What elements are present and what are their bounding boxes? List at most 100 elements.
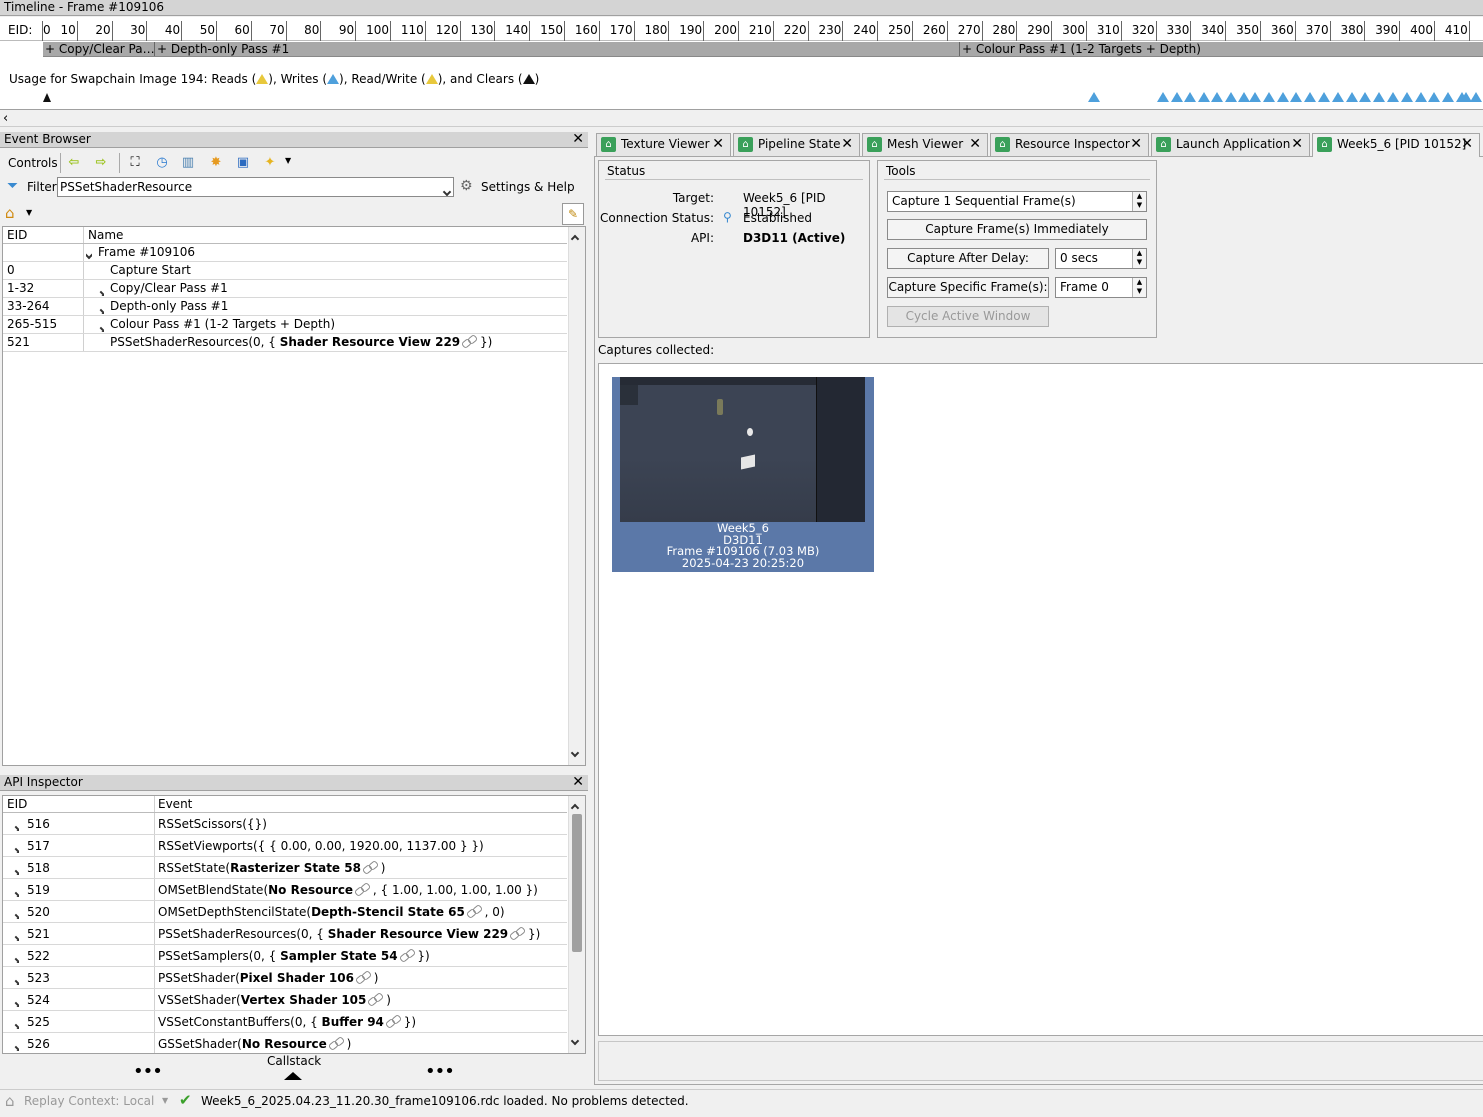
api-row[interactable]: 517 RSSetViewports({ { 0.00, 0.00, 1920.0… <box>3 835 567 857</box>
link-icon[interactable] <box>462 336 476 346</box>
api-scroll-up-icon[interactable] <box>570 800 580 814</box>
link-icon[interactable] <box>355 884 369 894</box>
timing-bars-icon[interactable]: ▥ <box>180 155 196 171</box>
spinner-arrows-icon[interactable]: ▲ ▼ <box>1132 192 1146 211</box>
api-inspector-close-icon[interactable]: ✕ <box>572 775 584 790</box>
tab-close-icon[interactable]: ✕ <box>1291 134 1303 155</box>
callstack-label[interactable]: Callstack <box>267 1054 321 1068</box>
write-usage-triangle-icon[interactable] <box>1387 92 1399 102</box>
event-browser-close-icon[interactable]: ✕ <box>572 132 584 147</box>
write-usage-triangle-icon[interactable] <box>1249 92 1261 102</box>
col-name-header[interactable]: Name <box>88 228 123 242</box>
filter-dropdown-icon[interactable] <box>442 182 452 196</box>
captures-list[interactable]: Week5_6 D3D11 Frame #109106 (7.03 MB) 20… <box>598 363 1483 1036</box>
resource-link[interactable]: Rasterizer State 58 <box>230 861 361 875</box>
row-expand-icon[interactable] <box>13 931 19 941</box>
resource-link[interactable]: Shader Resource View 229 <box>280 335 460 349</box>
link-icon[interactable] <box>386 1016 400 1026</box>
extensions-icon[interactable]: ✦ <box>262 155 278 171</box>
write-usage-triangle-icon[interactable] <box>1276 92 1289 102</box>
row-expand-icon[interactable] <box>13 843 19 853</box>
api-row[interactable]: 520 OMSetDepthStencilState(Depth-Stencil … <box>3 901 567 923</box>
forward-arrow-icon[interactable]: ⇨ <box>93 155 109 171</box>
write-usage-triangle-icon[interactable] <box>1290 92 1303 102</box>
api-row[interactable]: 525 VSSetConstantBuffers(0, { Buffer 94 }… <box>3 1011 567 1033</box>
scroll-down-icon[interactable] <box>570 745 580 759</box>
callstack-expand-icon[interactable] <box>284 1072 302 1080</box>
frame-stepper[interactable]: Frame 0 ▲ ▼ <box>1055 277 1147 298</box>
write-usage-triangle-icon[interactable] <box>1211 92 1223 102</box>
bookmark-icon[interactable]: ✸ <box>208 155 224 171</box>
write-usage-triangle-icon[interactable] <box>1170 92 1183 102</box>
link-icon[interactable] <box>363 862 377 872</box>
filter-input[interactable]: PSSetShaderResource <box>57 177 454 197</box>
resource-link[interactable]: Sampler State 54 <box>280 949 397 963</box>
link-icon[interactable] <box>400 950 414 960</box>
api-scroll-down-icon[interactable] <box>570 1033 580 1047</box>
link-icon[interactable] <box>510 928 524 938</box>
write-usage-triangle-icon[interactable] <box>1414 92 1427 102</box>
col-eid-header[interactable]: EID <box>7 228 27 242</box>
back-arrow-icon[interactable]: ⇦ <box>66 155 82 171</box>
event-row-depth-only[interactable]: 33-264 Depth-only Pass #1 <box>3 298 567 316</box>
api-table-scrollbar[interactable] <box>568 796 585 1053</box>
write-usage-triangle-icon[interactable] <box>1359 92 1372 102</box>
write-usage-triangle-icon[interactable] <box>1088 92 1100 102</box>
edit-note-icon[interactable]: ✎ <box>562 203 584 225</box>
row-expand-icon[interactable] <box>13 821 19 831</box>
event-tree-scrollbar[interactable] <box>568 227 585 765</box>
row-expand-icon[interactable] <box>13 909 19 919</box>
event-tree[interactable]: EID Name Frame #109106 0 Capture Start 1… <box>2 226 586 766</box>
api-row[interactable]: 524 VSSetShader(Vertex Shader 105 ) <box>3 989 567 1011</box>
link-icon[interactable] <box>356 972 370 982</box>
tab-close-icon[interactable]: ✕ <box>1461 134 1473 155</box>
spinner-arrows-icon[interactable]: ▲ ▼ <box>1132 249 1146 268</box>
save-icon[interactable]: ▣ <box>235 155 251 171</box>
resource-link[interactable]: Pixel Shader 106 <box>240 971 354 985</box>
write-usage-triangle-icon[interactable] <box>1184 92 1196 102</box>
api-scroll-thumb[interactable] <box>572 814 582 952</box>
write-usage-triangle-icon[interactable] <box>1345 92 1358 102</box>
replay-context-dropdown-icon[interactable]: ▼ <box>162 1096 168 1105</box>
write-usage-triangle-icon[interactable] <box>1304 92 1317 102</box>
write-usage-triangle-icon[interactable] <box>1157 92 1169 102</box>
write-usage-triangle-icon[interactable] <box>1373 92 1386 102</box>
spinner-arrows-icon[interactable]: ▲ ▼ <box>1132 278 1146 297</box>
api-col-eid-header[interactable]: EID <box>7 797 27 811</box>
replay-context-label[interactable]: Replay Context: Local <box>24 1094 154 1108</box>
tab-close-icon[interactable]: ✕ <box>969 134 981 155</box>
cycle-active-window-button[interactable]: Cycle Active Window <box>887 306 1049 327</box>
api-table[interactable]: EID Event 516 RSSetScissors({}) 517 RSSetVi… <box>2 795 586 1054</box>
api-row[interactable]: 523 PSSetShader(Pixel Shader 106 ) <box>3 967 567 989</box>
capture-immediately-button[interactable]: Capture Frame(s) Immediately <box>887 219 1147 240</box>
timeline-panel[interactable]: EID: 0 10 20 30 40 50 60 70 80 90 100 110 120 130 140 1… <box>0 17 1483 110</box>
tab-mesh-viewer[interactable]: ⌂ Mesh Viewer ✕ <box>862 133 988 156</box>
resource-link[interactable]: Vertex Shader 105 <box>241 993 367 1007</box>
link-icon[interactable] <box>368 994 382 1004</box>
event-row-copy-clear[interactable]: 1-32 Copy/Clear Pass #1 <box>3 280 567 298</box>
jump-to-eid-icon[interactable]: ◷ <box>154 155 170 171</box>
row-expand-icon[interactable] <box>98 286 104 296</box>
link-icon[interactable] <box>329 1038 343 1048</box>
settings-help-button[interactable]: Settings & Help <box>481 180 575 194</box>
write-usage-triangle-icon[interactable] <box>1331 92 1344 102</box>
find-binoculars-icon[interactable]: ⛶ <box>127 155 143 171</box>
link-icon[interactable] <box>467 906 481 916</box>
capture-item[interactable]: Week5_6 D3D11 Frame #109106 (7.03 MB) 20… <box>612 377 874 572</box>
api-col-event-header[interactable]: Event <box>158 797 192 811</box>
row-expand-icon[interactable] <box>98 304 104 314</box>
write-usage-triangle-icon[interactable] <box>1318 92 1330 102</box>
tab-close-icon[interactable]: ✕ <box>712 134 724 155</box>
capture-count-stepper[interactable]: Capture 1 Sequential Frame(s) ▲ ▼ <box>887 191 1147 212</box>
scroll-left-icon[interactable]: ‹ <box>3 111 8 126</box>
more-left-icon[interactable]: ••• <box>133 1061 163 1082</box>
write-usage-triangle-icon[interactable] <box>1442 92 1455 102</box>
row-expand-icon[interactable] <box>13 865 19 875</box>
api-row[interactable]: 526 GSSetShader(No Resource ) <box>3 1033 567 1053</box>
tab-close-icon[interactable]: ✕ <box>841 134 853 155</box>
resource-link[interactable]: Buffer 94 <box>322 1015 384 1029</box>
api-row[interactable]: 521 PSSetShaderResources(0, { Shader Reso… <box>3 923 567 945</box>
resource-link[interactable]: No Resource <box>242 1037 327 1051</box>
event-row-frame[interactable]: Frame #109106 <box>3 244 567 262</box>
write-usage-triangle-icon[interactable] <box>1224 92 1237 102</box>
